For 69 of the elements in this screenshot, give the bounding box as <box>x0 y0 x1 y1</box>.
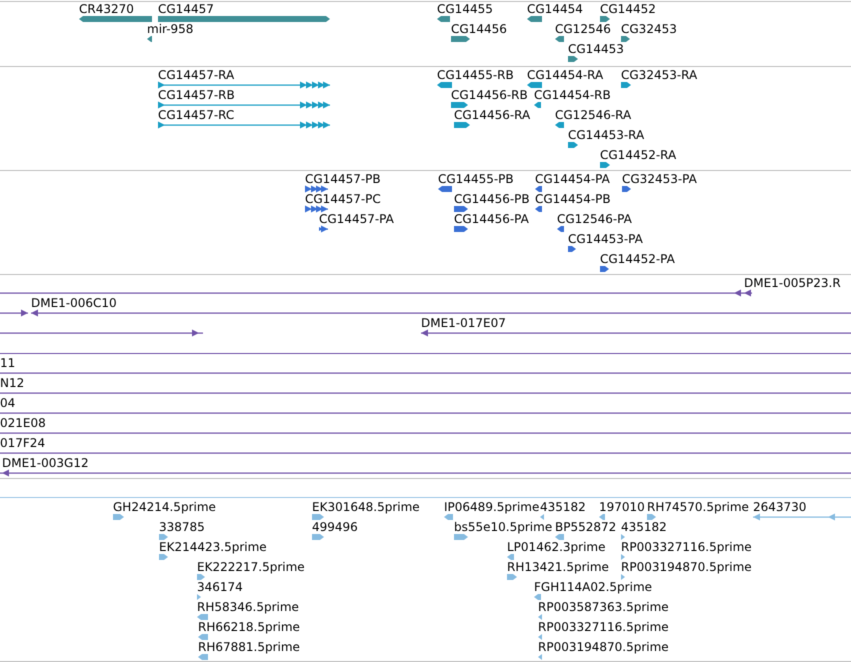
feature-label: RH74570.5prime <box>647 500 749 514</box>
feature-label: DME1-006C10 <box>31 296 117 310</box>
feature-label: CG14455 <box>437 2 493 16</box>
feature-label: CG14454 <box>527 2 583 16</box>
feature-label: RP003327116.5prime <box>538 620 669 634</box>
feature-label: CG14454-RB <box>534 88 611 102</box>
feature-label: CG14457-RC <box>158 108 234 122</box>
feature-label: EK214423.5prime <box>159 540 267 554</box>
feature-label: 435182 <box>621 520 667 534</box>
feature-label: CG14452-PA <box>600 252 675 266</box>
feature-label: CG14457-RB <box>158 88 235 102</box>
feature-label: RH67881.5prime <box>198 640 300 654</box>
feature-label: RP003587363.5prime <box>538 600 669 614</box>
feature-label: CG14457 <box>158 2 214 16</box>
feature-label: CG14457-RA <box>158 68 234 82</box>
feature-label: 338785 <box>159 520 205 534</box>
feature-label: CG14453-RA <box>568 128 644 142</box>
feature-label: CG14456-RA <box>454 108 530 122</box>
feature-label: EK301648.5prime <box>312 500 420 514</box>
feature-label: CG14457-PC <box>305 192 381 206</box>
feature-label: 346174 <box>197 580 243 594</box>
feature-label: FGH114A02.5prime <box>534 580 652 594</box>
feature-label: CG12546-PA <box>557 212 632 226</box>
feature-label: CG14454-PB <box>535 192 611 206</box>
feature-label: CG14457-PB <box>305 172 381 186</box>
feature-label: CG14456 <box>451 22 507 36</box>
feature-label: CG14455-PB <box>438 172 514 186</box>
feature-label: RH58346.5prime <box>197 600 299 614</box>
feature-label: GH24214.5prime <box>113 500 216 514</box>
feature-label: DME1-017E07 <box>421 316 506 330</box>
feature-label: RP003327116.5prime <box>621 540 752 554</box>
feature-label: mir-958 <box>147 22 194 36</box>
feature-label: CG14456-PA <box>454 212 529 226</box>
feature-label: CG14453 <box>568 42 624 56</box>
feature-label: 021E08 <box>0 416 46 430</box>
feature-label: RP003194870.5prime <box>538 640 669 654</box>
feature-label: CG12546 <box>555 22 611 36</box>
feature-label: LP01462.3prime <box>507 540 606 554</box>
feature-label: 499496 <box>312 520 358 534</box>
feature-label: CG32453-RA <box>621 68 698 82</box>
feature-label: CG32453 <box>621 22 677 36</box>
feature-label: DME1-003G12 <box>2 456 89 470</box>
feature-label: CG12546-RA <box>555 108 632 122</box>
feature-label: 11 <box>0 356 16 370</box>
feature-label: EK222217.5prime <box>197 560 305 574</box>
feature-label: bs55e10.5prime <box>454 520 552 534</box>
feature-label: BP552872 <box>555 520 616 534</box>
feature-label: RH66218.5prime <box>198 620 300 634</box>
feature-label: 2643730 <box>753 500 806 514</box>
feature-label: RP003194870.5prime <box>621 560 752 574</box>
feature-label: 435182 <box>540 500 586 514</box>
feature-label: N12 <box>0 376 24 390</box>
feature-label: CG14454-RA <box>527 68 604 82</box>
feature-label: CG32453-PA <box>622 172 697 186</box>
feature-label: CG14456-RB <box>451 88 528 102</box>
feature-label: DME1-005P23.R <box>744 276 841 290</box>
feature-label: CR43270 <box>79 2 134 16</box>
feature-label: 04 <box>0 396 16 410</box>
feature-label: CG14455-RB <box>437 68 514 82</box>
feature-label: RH13421.5prime <box>507 560 609 574</box>
feature-label: 197010 <box>599 500 645 514</box>
feature-label: CG14452-RA <box>600 148 676 162</box>
feature-label: CG14456-PB <box>454 192 530 206</box>
feature-label: CG14454-PA <box>535 172 610 186</box>
feature-label: CG14457-PA <box>319 212 394 226</box>
feature-label: CG14452 <box>600 2 656 16</box>
feature-label: CG14453-PA <box>568 232 643 246</box>
feature-label: 017F24 <box>0 436 46 450</box>
feature-label: IP06489.5prime <box>444 500 540 514</box>
